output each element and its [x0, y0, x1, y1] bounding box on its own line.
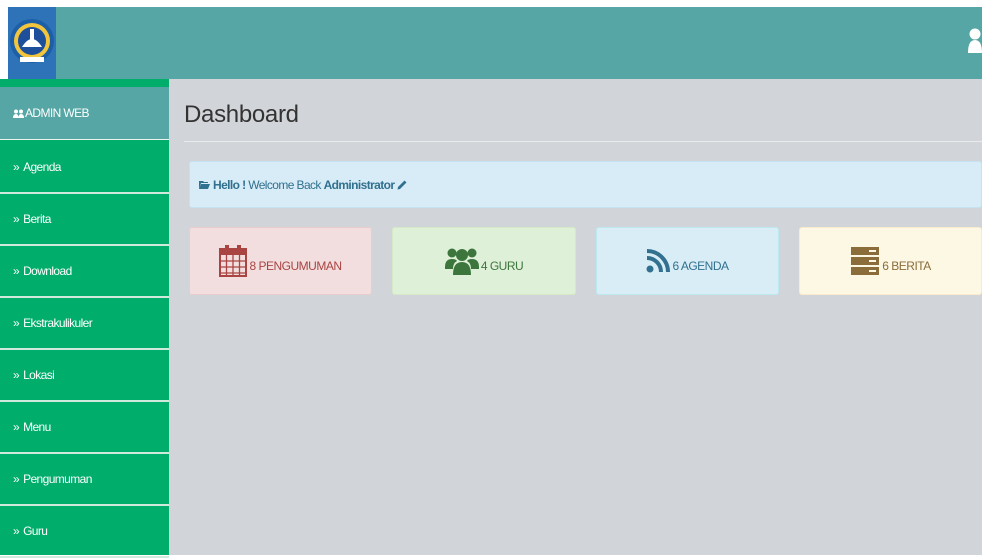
raquo-glyph: »	[13, 472, 20, 486]
raquo-glyph: »	[13, 316, 20, 330]
sidebar-item-label: Ekstrakulikuler	[23, 316, 93, 330]
tile-agenda[interactable]: 6 AGENDA	[596, 227, 779, 295]
sidebar-item-label: Pengumuman	[23, 472, 92, 486]
sidebar-header-label: ADMIN WEB	[25, 106, 90, 120]
alert-username: Administrator	[323, 177, 395, 192]
raquo-glyph: »	[13, 212, 20, 226]
tut-wuri-handayani-logo[interactable]	[8, 7, 56, 79]
sidebar-item-pengumuman[interactable]: » Pengumuman	[0, 454, 169, 506]
tile-title: PENGUMUMAN	[258, 259, 343, 273]
tile-label: 8 PENGUMUMAN	[249, 259, 343, 273]
welcome-alert: Hello ! Welcome Back Administrator	[189, 161, 982, 208]
tile-label: 4 GURU	[480, 259, 524, 273]
tile-berita[interactable]: 6 BERITA	[799, 227, 982, 295]
tile-title: AGENDA	[680, 259, 729, 273]
alert-hello: Hello	[213, 177, 240, 192]
tile-label: 6 AGENDA	[672, 259, 729, 273]
sidebar-item-download[interactable]: » Download	[0, 246, 169, 298]
tile-count: 6	[882, 259, 889, 273]
sidebar-item-agenda[interactable]: » Agenda	[0, 142, 169, 194]
main-content: Dashboard Hello ! Welcome Back Administr…	[169, 79, 982, 555]
top-navbar	[8, 7, 982, 79]
tile-pengumuman[interactable]: 8 PENGUMUMAN	[189, 227, 372, 295]
group-icon	[444, 247, 479, 275]
sidebar-item-label: Guru	[23, 524, 48, 538]
raquo-glyph: »	[13, 524, 20, 538]
raquo-glyph: »	[13, 368, 20, 382]
tile-label: 6 BERITA	[882, 259, 931, 273]
sidebar: ADMIN WEB » Agenda » Berita » Download »…	[0, 79, 169, 558]
sidebar-item-ekstrakulikuler[interactable]: » Ekstrakulikuler	[0, 298, 169, 350]
tile-count: 4	[480, 259, 488, 273]
sidebar-item-label: Download	[23, 264, 72, 278]
sidebar-item-guru[interactable]: » Guru	[0, 506, 169, 558]
tile-title: BERITA	[891, 259, 931, 273]
alert-exclaim: !	[239, 177, 249, 192]
raquo-glyph: »	[13, 160, 20, 174]
alert-text: Welcome Back	[248, 177, 324, 192]
user-icon[interactable]	[968, 27, 982, 53]
sidebar-header-admin-web[interactable]: ADMIN WEB	[0, 87, 169, 140]
sidebar-item-lokasi[interactable]: » Lokasi	[0, 350, 169, 402]
tile-count: 8	[249, 259, 256, 273]
rss-icon	[646, 249, 671, 273]
raquo-glyph: »	[13, 264, 20, 278]
tile-count: 6	[672, 259, 679, 273]
sidebar-item-label: Agenda	[23, 160, 61, 174]
sidebar-item-label: Menu	[23, 420, 51, 434]
title-divider	[184, 141, 982, 142]
server-icon	[850, 247, 880, 275]
page-title: Dashboard	[184, 101, 299, 128]
tile-guru[interactable]: 4 GURU	[392, 227, 576, 295]
tile-title: GURU	[489, 259, 524, 273]
sidebar-item-menu[interactable]: » Menu	[0, 402, 169, 454]
folder-open-icon	[199, 180, 210, 189]
sidebar-item-label: Berita	[23, 212, 51, 226]
calendar-icon	[219, 245, 248, 277]
sidebar-item-berita[interactable]: » Berita	[0, 194, 169, 246]
raquo-glyph: »	[13, 420, 20, 434]
users-icon	[13, 109, 25, 118]
pencil-icon	[397, 180, 407, 190]
sidebar-item-label: Lokasi	[23, 368, 55, 382]
